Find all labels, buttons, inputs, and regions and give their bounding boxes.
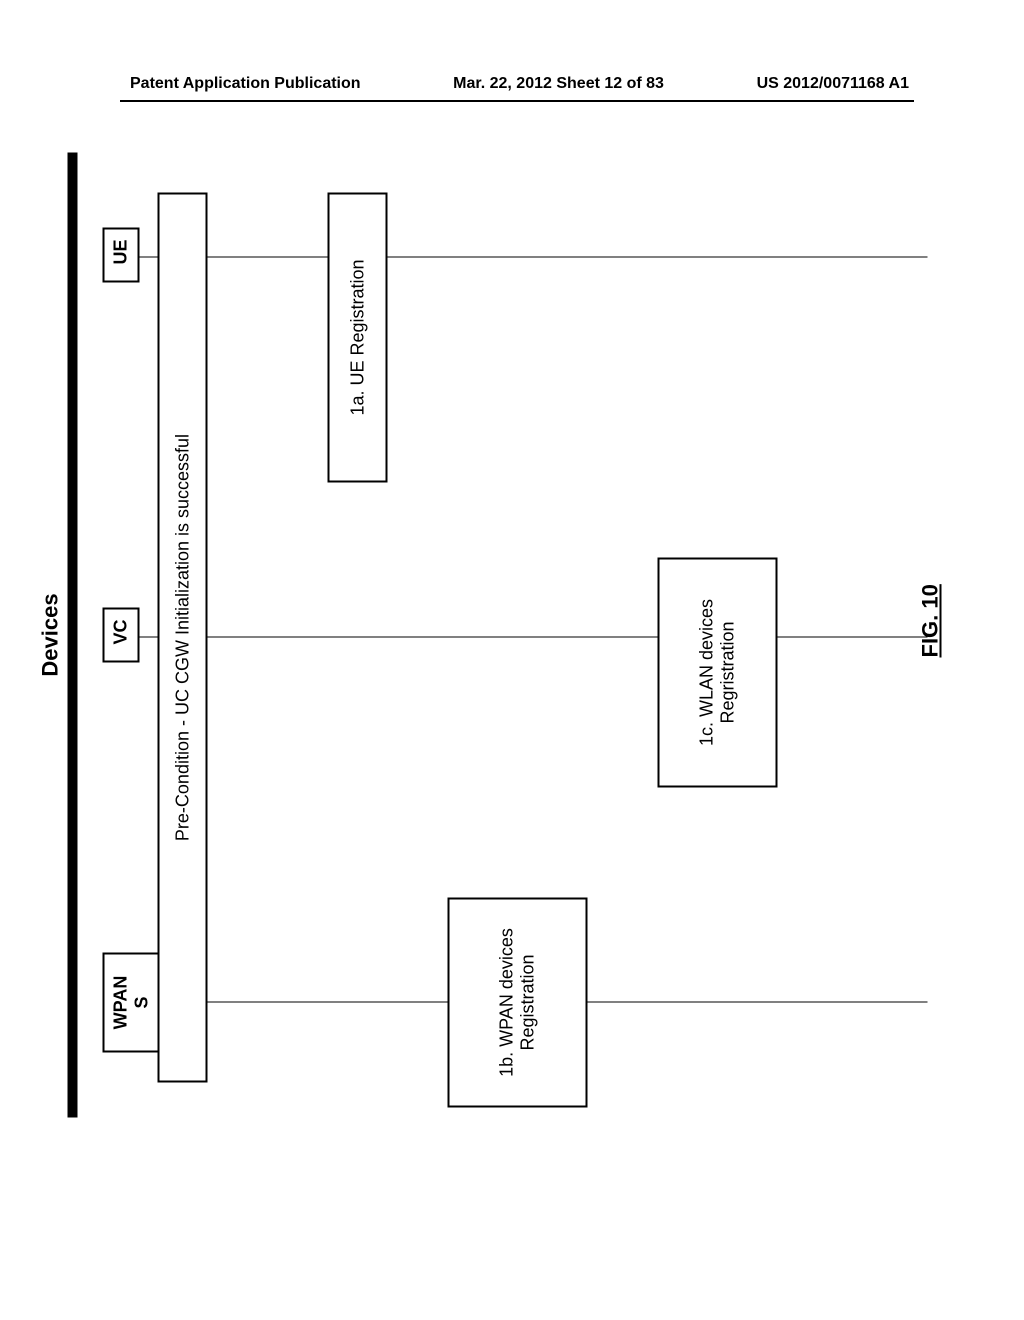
device-wpans: WPAN S <box>103 953 161 1053</box>
precondition-box: Pre-Condition - UC CGW Initialization is… <box>158 193 208 1083</box>
wlan-registration-box: 1c. WLAN devices Regristration <box>658 558 778 788</box>
wpan-registration-box: 1b. WPAN devices Registration <box>448 898 588 1108</box>
lifeline-ue <box>138 257 928 258</box>
lifeline-vc <box>138 637 928 638</box>
figure-diagram: Devices WPAN S VC UE Pre-Condition - UC … <box>48 323 968 948</box>
header-divider <box>120 100 914 102</box>
device-ue: UE <box>103 228 140 283</box>
devices-title: Devices <box>38 593 64 676</box>
figure-label: FIG. 10 <box>918 584 944 657</box>
devices-bar <box>68 153 78 1118</box>
device-vc: VC <box>103 608 140 663</box>
header-right: US 2012/0071168 A1 <box>757 75 909 93</box>
header-left: Patent Application Publication <box>130 75 361 93</box>
header-center: Mar. 22, 2012 Sheet 12 of 83 <box>453 75 664 93</box>
ue-registration-box: 1a. UE Registration <box>328 193 388 483</box>
